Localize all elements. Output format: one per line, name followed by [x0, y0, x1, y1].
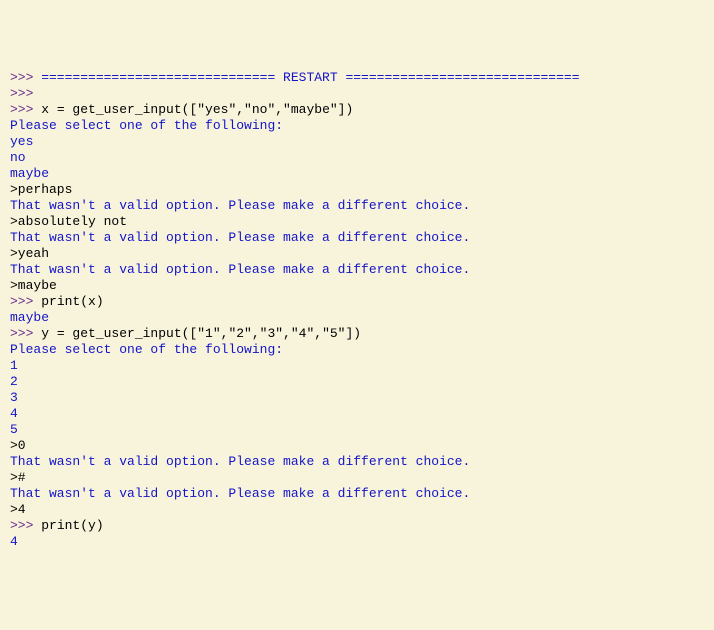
code-text: print(y) [41, 518, 103, 533]
code-line: >>> x = get_user_input(["yes","no","mayb… [10, 102, 704, 118]
restart-right: ============================== [338, 70, 580, 85]
prompt-token: >>> [10, 294, 41, 309]
output-line: That wasn't a valid option. Please make … [10, 198, 704, 214]
output-line: maybe [10, 310, 704, 326]
output-line: Please select one of the following: [10, 342, 704, 358]
restart-banner: >>> ============================== RESTA… [10, 70, 704, 86]
code-line: >>> print(y) [10, 518, 704, 534]
prompt-token: >>> [10, 518, 41, 533]
user-input-line: ># [10, 470, 704, 486]
output-line: That wasn't a valid option. Please make … [10, 454, 704, 470]
output-line: 4 [10, 534, 704, 550]
output-line: 1 [10, 358, 704, 374]
output-line: yes [10, 134, 704, 150]
code-text: print(x) [41, 294, 103, 309]
output-line: 4 [10, 406, 704, 422]
user-input-line: >absolutely not [10, 214, 704, 230]
user-input-line: >maybe [10, 278, 704, 294]
user-input-line: >perhaps [10, 182, 704, 198]
user-input-line: >4 [10, 502, 704, 518]
output-line: That wasn't a valid option. Please make … [10, 230, 704, 246]
code-line: >>> print(x) [10, 294, 704, 310]
output-line: 5 [10, 422, 704, 438]
code-text: y = get_user_input(["1","2","3","4","5"]… [41, 326, 361, 341]
output-line: maybe [10, 166, 704, 182]
output-line: That wasn't a valid option. Please make … [10, 262, 704, 278]
output-line: 2 [10, 374, 704, 390]
output-line: Please select one of the following: [10, 118, 704, 134]
idle-shell[interactable]: >>> ============================== RESTA… [10, 70, 704, 550]
restart-word: RESTART [283, 70, 338, 85]
output-line: no [10, 150, 704, 166]
prompt-token: >>> [10, 326, 41, 341]
user-input-line: >yeah [10, 246, 704, 262]
prompt-token: >>> [10, 70, 33, 85]
user-input-line: >0 [10, 438, 704, 454]
code-line: >>> y = get_user_input(["1","2","3","4",… [10, 326, 704, 342]
code-text: x = get_user_input(["yes","no","maybe"]) [41, 102, 353, 117]
output-line: That wasn't a valid option. Please make … [10, 486, 704, 502]
prompt-token: >>> [10, 102, 41, 117]
prompt-empty: >>> [10, 86, 704, 102]
restart-left: ============================== [33, 70, 283, 85]
output-line: 3 [10, 390, 704, 406]
